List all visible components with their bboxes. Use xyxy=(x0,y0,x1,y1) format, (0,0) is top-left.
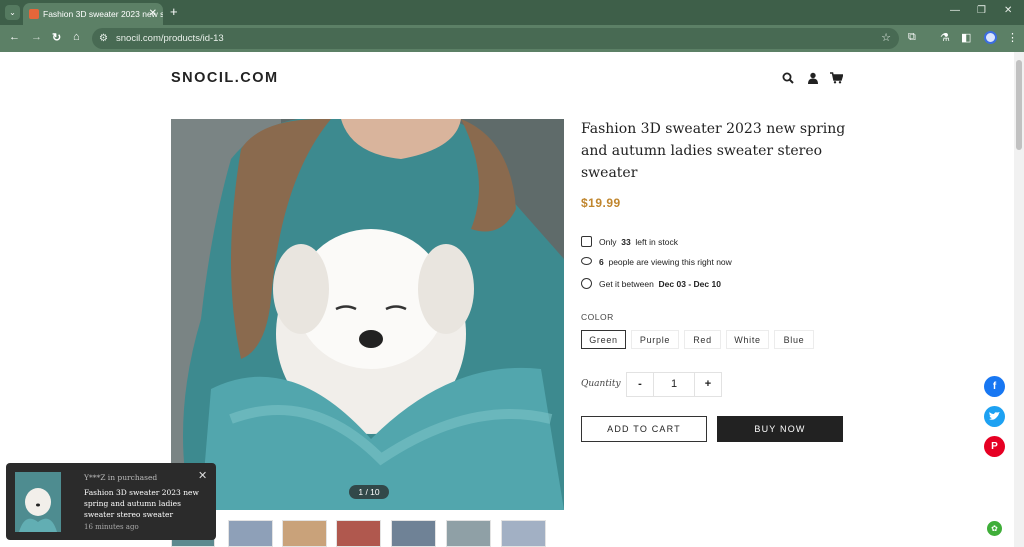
twitter-icon[interactable] xyxy=(984,406,1005,427)
popup-product-thumbnail[interactable] xyxy=(15,472,61,532)
reload-icon[interactable]: ↻ xyxy=(52,31,61,44)
stock-info: Only 33 left in stock xyxy=(581,236,678,247)
delivery-info: Get it between Dec 03 - Dec 10 xyxy=(581,278,721,289)
back-icon[interactable]: ← xyxy=(9,31,20,43)
thumbnail-4[interactable] xyxy=(336,520,381,547)
thumbnail-3[interactable] xyxy=(282,520,327,547)
browser-tab-strip: ⌄ Fashion 3D sweater 2023 new s ✕ + — ❐ … xyxy=(0,0,1024,25)
color-option-green[interactable]: Green xyxy=(581,330,626,349)
more-menu-icon[interactable]: ⋮ xyxy=(1007,31,1018,44)
tab-title: Fashion 3D sweater 2023 new s xyxy=(43,9,163,19)
thumbnail-7[interactable] xyxy=(501,520,546,547)
color-option-red[interactable]: Red xyxy=(684,330,721,349)
browser-tab-active[interactable]: Fashion 3D sweater 2023 new s ✕ xyxy=(23,3,163,25)
popup-close-icon[interactable]: ✕ xyxy=(198,469,207,482)
thumbnail-5[interactable] xyxy=(391,520,436,547)
color-option-blue[interactable]: Blue xyxy=(774,330,814,349)
product-title: Fashion 3D sweater 2023 new spring and a… xyxy=(581,121,846,181)
page-scrollbar[interactable] xyxy=(1014,52,1024,547)
tab-close-icon[interactable]: ✕ xyxy=(149,3,157,25)
minimize-button[interactable]: — xyxy=(950,5,960,16)
color-option-purple[interactable]: Purple xyxy=(631,330,679,349)
url-text: snocil.com/products/id-13 xyxy=(116,33,224,44)
quantity-input[interactable]: 1 xyxy=(653,372,695,397)
site-info-icon[interactable]: ⚙ xyxy=(99,28,108,49)
recent-purchase-popup: Y***Z in purchased ✕ Fashion 3D sweater … xyxy=(6,463,216,540)
eye-icon xyxy=(581,257,592,265)
quantity-decrease-button[interactable]: - xyxy=(626,372,654,397)
window-close-button[interactable]: ✕ xyxy=(1004,5,1012,16)
chat-support-icon[interactable]: ✿ xyxy=(987,521,1002,536)
scrollbar-thumb[interactable] xyxy=(1016,60,1022,150)
color-label: COLOR xyxy=(581,312,614,322)
product-main-image[interactable] xyxy=(171,119,564,510)
tab-search-button[interactable]: ⌄ xyxy=(5,5,20,20)
quantity-label: Quantity xyxy=(581,379,621,389)
maximize-button[interactable]: ❐ xyxy=(977,5,986,16)
viewers-info: 6 people are viewing this right now xyxy=(581,257,732,267)
box-icon xyxy=(581,236,592,247)
labs-flask-icon[interactable]: ⚗ xyxy=(940,31,950,44)
cart-icon[interactable] xyxy=(830,72,844,87)
site-favicon-icon xyxy=(29,9,39,19)
popup-buyer: Y***Z in purchased xyxy=(84,473,158,482)
add-to-cart-button[interactable]: ADD TO CART xyxy=(581,416,707,442)
facebook-icon[interactable]: f xyxy=(984,376,1005,397)
color-option-white[interactable]: White xyxy=(726,330,769,349)
product-price: $19.99 xyxy=(581,196,621,210)
browser-toolbar: ← → ↻ ⌂ ⚙ snocil.com/products/id-13 ☆ ⧉ … xyxy=(0,25,1024,52)
forward-icon[interactable]: → xyxy=(31,31,42,43)
popup-product-name[interactable]: Fashion 3D sweater 2023 new spring and a… xyxy=(84,487,209,520)
account-icon[interactable] xyxy=(807,72,819,87)
profile-avatar-icon[interactable] xyxy=(984,31,997,44)
popup-time: 16 minutes ago xyxy=(84,523,139,531)
thumbnail-6[interactable] xyxy=(446,520,491,547)
extensions-icon[interactable]: ⧉ xyxy=(908,31,916,44)
buy-now-button[interactable]: BUY NOW xyxy=(717,416,843,442)
search-icon[interactable] xyxy=(782,72,794,87)
store-logo[interactable]: SNOCIL.COM xyxy=(171,70,279,86)
new-tab-button[interactable]: + xyxy=(170,4,178,19)
address-bar[interactable]: ⚙ snocil.com/products/id-13 ☆ xyxy=(92,28,899,49)
bookmark-star-icon[interactable]: ☆ xyxy=(881,28,891,49)
pinterest-icon[interactable]: P xyxy=(984,436,1005,457)
thumbnail-2[interactable] xyxy=(228,520,273,547)
clock-icon xyxy=(581,278,592,289)
quantity-increase-button[interactable]: + xyxy=(694,372,722,397)
home-icon[interactable]: ⌂ xyxy=(73,31,80,43)
image-counter: 1 / 10 xyxy=(349,485,389,499)
side-panel-icon[interactable]: ◧ xyxy=(961,31,971,44)
